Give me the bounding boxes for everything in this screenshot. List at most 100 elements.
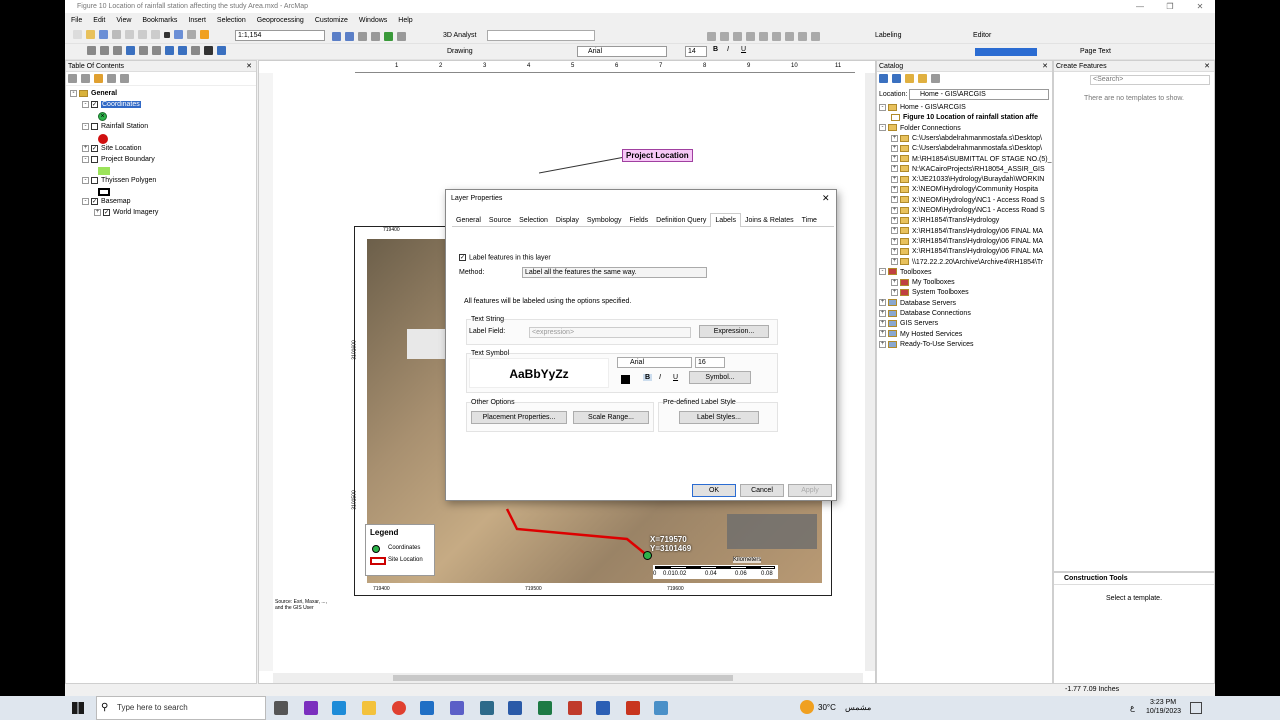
restore-button[interactable]: ❐ [1155,0,1185,13]
close-icon[interactable]: ✕ [1204,61,1210,72]
symbol-size-dropdown[interactable]: 16 [695,357,725,368]
visibility-checkbox[interactable]: ✓ [91,197,98,205]
template-search-input[interactable]: <Search> [1090,75,1210,85]
menu-item[interactable]: Edit [93,17,105,24]
options-icon[interactable] [120,74,129,83]
arcmap-icon[interactable] [480,701,494,715]
visibility-checkbox[interactable]: ✓ [91,144,98,152]
new-icon[interactable] [73,30,82,39]
app-icon[interactable] [304,701,318,715]
expand-icon[interactable]: + [879,319,886,327]
expand-icon[interactable]: + [891,186,898,194]
language-indicator[interactable]: ع [1130,703,1135,712]
open-icon[interactable] [86,30,95,39]
close-icon[interactable]: ✕ [1042,61,1048,72]
catalog-item[interactable]: + N:\KACairoProjects\RH18054_ASSIR_GIS [891,165,1045,175]
apply-button[interactable]: Apply [788,484,832,497]
expand-icon[interactable]: + [891,278,898,286]
catalog-item[interactable]: - Folder Connections [879,124,961,134]
scrollbar-thumb[interactable] [393,675,733,681]
forward-icon[interactable] [178,46,187,55]
placement-properties-button[interactable]: Placement Properties... [471,411,567,424]
symbol-font-dropdown[interactable]: Arial [617,357,692,368]
list-by-visibility-icon[interactable] [94,74,103,83]
expression-button[interactable]: Expression... [699,325,769,338]
catalog-item[interactable]: + Database Connections [879,309,971,319]
catalog-item[interactable]: + M:\RH1854\SUBMITTAL OF STAGE NO.(5)_ [891,155,1052,165]
catalog-item[interactable]: + X:\NEOM\Hydrology\Community Hospita [891,185,1038,195]
start-icon[interactable] [72,702,84,714]
page-text-label[interactable]: Page Text [1080,46,1111,57]
label-features-checkbox-row[interactable]: ✓ Label features in this layer [459,254,551,261]
weather-icon[interactable] [800,700,814,714]
expand-icon[interactable]: + [891,144,898,152]
italic-button[interactable]: I [727,46,729,53]
undo-icon[interactable] [174,30,183,39]
tab-joins-relates[interactable]: Joins & Relates [741,214,798,227]
tab-definition-query[interactable]: Definition Query [652,214,710,227]
tab-source[interactable]: Source [485,214,515,227]
catalog-item[interactable]: Figure 10 Location of rainfall station a… [891,113,1038,123]
toc-layer-site[interactable]: + ✓ Site Location [82,144,141,154]
menu-item[interactable]: Customize [315,17,348,24]
expand-icon[interactable]: + [879,309,886,317]
symbol-underline-button[interactable]: U [673,374,678,381]
toc-layer-imagery[interactable]: + ✓ World Imagery [94,208,158,218]
tab-display[interactable]: Display [552,214,583,227]
bold-button[interactable]: B [713,46,718,53]
collapse-icon[interactable]: - [82,176,89,184]
catalog-item[interactable]: + C:\Users\abdelrahmanmostafa.s\Desktop\ [891,144,1042,154]
toc-layer-thyissen[interactable]: - Thyissen Polygen [82,176,156,186]
symbol-button[interactable]: Symbol... [689,371,751,384]
delete-icon[interactable] [164,31,170,38]
save-icon[interactable] [99,30,108,39]
pan-icon[interactable] [113,46,122,55]
collapse-icon[interactable]: - [879,268,886,276]
location-dropdown[interactable]: Home - GIS\ARCGIS [909,89,1049,100]
redo-icon[interactable] [187,30,196,39]
catalog-item[interactable]: + X:\RH1854\Trans\Hydrology [891,216,999,226]
label-styles-button[interactable]: Label Styles... [679,411,759,424]
zoom-out-icon[interactable] [100,46,109,55]
expand-icon[interactable]: + [879,299,886,307]
visibility-checkbox[interactable] [91,176,98,184]
menu-item[interactable]: Help [398,17,412,24]
collapse-icon[interactable]: - [879,103,886,111]
visibility-checkbox[interactable]: ✓ [103,208,110,216]
tab-selection[interactable]: Selection [515,214,552,227]
font-dropdown[interactable]: Arial [577,46,667,57]
editor-label[interactable]: Editor [973,30,991,41]
catalog-item[interactable]: + Ready-To-Use Services [879,340,974,350]
catalog-item[interactable]: + My Toolboxes [891,278,955,288]
catalog-item[interactable]: + X:\RH1854\Trans\Hydrology\06 FINAL MA [891,247,1043,257]
catalog-item[interactable]: + \\172.22.2.20\Archive\Archive4\RH1854\T… [891,258,1043,268]
minimize-button[interactable]: — [1125,0,1155,13]
tab-time[interactable]: Time [798,214,821,227]
expand-icon[interactable]: + [891,155,898,163]
scale-field[interactable]: 1:1,154 [235,30,325,41]
explorer-icon[interactable] [362,701,376,715]
fixed-zoom-icon[interactable] [139,46,148,55]
3d-analyst-label[interactable]: 3D Analyst [443,30,476,41]
toc-layer-rainfall[interactable]: - Rainfall Station [82,122,148,132]
expand-icon[interactable]: + [891,196,898,204]
tab-labels[interactable]: Labels [710,213,742,227]
expand-icon[interactable]: + [94,208,101,216]
dialog-close-icon[interactable]: ✕ [822,193,830,204]
ok-button[interactable]: OK [692,484,736,497]
connect-folder-icon[interactable] [918,74,927,83]
back-icon[interactable] [879,74,888,83]
project-location-callout[interactable]: Project Location [622,149,693,162]
app-icon[interactable] [568,701,582,715]
catalog-item[interactable]: + C:\Users\abdelrahmanmostafa.s\Desktop\ [891,134,1042,144]
label-field-dropdown[interactable]: <expression> [529,327,691,338]
catalog-item[interactable]: + X:\JE21033\Hydrology\Buraydah\WORKIN [891,175,1044,185]
collapse-icon[interactable]: - [82,197,89,205]
catalog-item[interactable]: + X:\NEOM\Hydrology\NC1 - Access Road S [891,196,1045,206]
list-by-selection-icon[interactable] [107,74,116,83]
collapse-icon[interactable]: - [82,122,89,130]
catalog-item[interactable]: + System Toolboxes [891,288,969,298]
collapse-icon[interactable]: - [70,89,77,97]
expand-icon[interactable]: + [891,289,898,297]
menu-item[interactable]: Geoprocessing [257,17,304,24]
